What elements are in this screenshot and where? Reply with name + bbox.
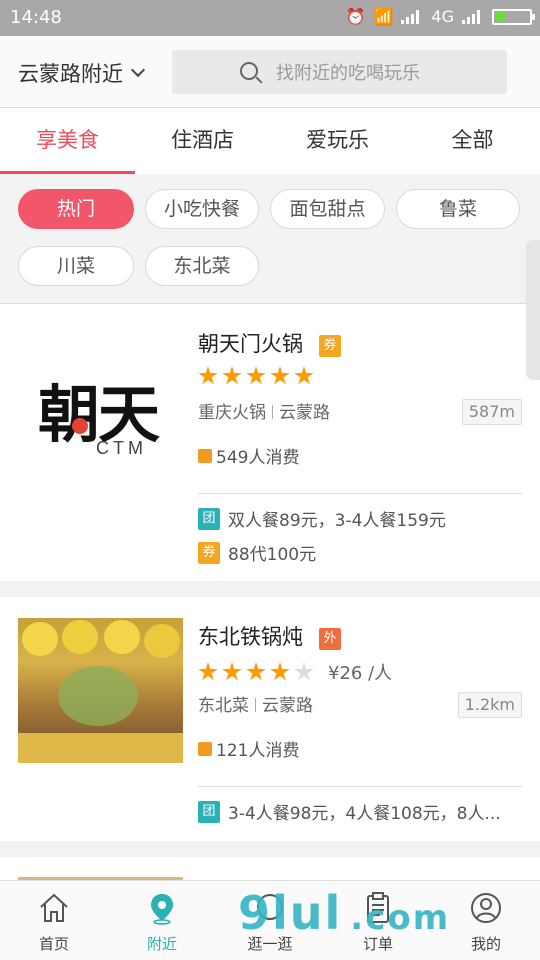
star-icon — [246, 366, 266, 385]
nav-home[interactable]: 首页 — [0, 881, 108, 960]
group-deal-badge: 团 — [198, 507, 220, 530]
rating-stars — [198, 366, 314, 386]
divider — [198, 786, 522, 787]
top-header: 云蒙路附近 找附近的吃喝玩乐 — [0, 36, 540, 108]
coupon-badge: 券 — [319, 335, 341, 357]
star-icon — [270, 662, 290, 681]
chip-hot[interactable]: 热门 — [18, 189, 134, 229]
logo-subtext: CTM — [96, 438, 147, 458]
status-bar: 14:48 ⏰ 📶 4G — [0, 0, 540, 36]
restaurant-card[interactable]: 朝天 CTM 朝天门火锅券 重庆火锅 云蒙路 587m 549人消费 团 双人餐8… — [0, 304, 540, 581]
deal-item[interactable]: 团 双人餐89元，3-4人餐159元 — [198, 506, 446, 531]
location-label: 云蒙路附近 — [18, 62, 123, 86]
user-icon — [471, 893, 501, 923]
location-selector[interactable]: 云蒙路附近 — [18, 58, 146, 88]
star-icon — [294, 366, 314, 385]
tab-hotel[interactable]: 住酒店 — [135, 108, 270, 174]
thumbs-up-icon — [198, 448, 212, 463]
subcategory-filters: 热门 小吃快餐 面包甜点 鲁菜 川菜 东北菜 — [0, 174, 540, 304]
search-placeholder: 找附近的吃喝玩乐 — [276, 63, 420, 84]
watermark: 9lul .com — [238, 886, 450, 940]
restaurant-name-row: 东北铁锅炖外 — [198, 621, 341, 651]
star-icon — [270, 366, 290, 385]
signal-icon — [401, 9, 423, 24]
chip-dongbei[interactable]: 东北菜 — [145, 246, 259, 286]
restaurant-photo — [18, 618, 183, 763]
search-icon — [240, 62, 258, 80]
status-icons: ⏰ 📶 4G — [345, 7, 535, 26]
divider — [198, 493, 522, 494]
tab-all[interactable]: 全部 — [405, 108, 540, 174]
scrollbar[interactable] — [526, 240, 540, 380]
chip-sichuan[interactable]: 川菜 — [18, 246, 134, 286]
distance-badge: 587m — [461, 399, 522, 425]
category-tabs: 享美食 住酒店 爱玩乐 全部 — [0, 108, 540, 174]
watermark-suffix: .com — [350, 898, 451, 938]
thumbs-up-icon — [198, 741, 212, 756]
distance-badge: 1.2km — [457, 692, 522, 718]
deal-item[interactable]: 团 3-4人餐98元，4人餐108元，8人... — [198, 799, 501, 824]
star-empty-icon — [294, 662, 314, 681]
chip-lu-cuisine[interactable]: 鲁菜 — [396, 189, 520, 229]
nav-nearby-label: 附近 — [146, 935, 177, 953]
restaurant-meta: 重庆火锅 云蒙路 — [198, 398, 330, 423]
restaurant-meta: 东北菜 云蒙路 — [198, 691, 313, 716]
chip-snacks[interactable]: 小吃快餐 — [145, 189, 259, 229]
price-per-person: ¥26 /人 — [328, 663, 393, 684]
consumption-count: 549人消费 — [198, 443, 299, 468]
status-time: 14:48 — [10, 7, 62, 28]
deal-text: 3-4人餐98元，4人餐108元，8人... — [228, 804, 501, 824]
chevron-down-icon — [130, 62, 146, 78]
restaurant-logo: 朝天 CTM — [18, 346, 183, 491]
star-icon — [246, 662, 266, 681]
consumption-text: 121人消费 — [216, 741, 300, 761]
search-input[interactable]: 找附近的吃喝玩乐 — [172, 50, 507, 94]
battery-icon — [492, 8, 535, 25]
restaurant-area: 云蒙路 — [262, 696, 313, 716]
logo-sun-icon — [72, 418, 88, 434]
group-deal-badge: 团 — [198, 800, 220, 823]
tab-food[interactable]: 享美食 — [0, 108, 135, 174]
restaurant-category: 东北菜 — [198, 696, 249, 716]
restaurant-name-row: 朝天门火锅券 — [198, 328, 341, 358]
consumption-text: 549人消费 — [216, 448, 300, 468]
restaurant-card[interactable]: 东北铁锅炖外 ¥26 /人 东北菜 云蒙路 1.2km 121人消费 团 3-4人… — [0, 597, 540, 841]
signal-icon-2 — [462, 9, 484, 24]
star-icon — [222, 366, 242, 385]
location-pin-icon — [151, 894, 173, 925]
tab-fun[interactable]: 爱玩乐 — [270, 108, 405, 174]
restaurant-card-partial[interactable] — [0, 857, 540, 880]
restaurant-name: 东北铁锅炖 — [198, 625, 303, 649]
coupon-deal-badge: 券 — [198, 541, 220, 564]
deal-item[interactable]: 券 88代100元 — [198, 540, 316, 565]
takeout-badge: 外 — [319, 628, 341, 650]
network-type: 4G — [431, 7, 454, 26]
restaurant-area: 云蒙路 — [279, 403, 330, 423]
deal-text: 88代100元 — [228, 545, 317, 565]
restaurant-name: 朝天门火锅 — [198, 332, 303, 356]
alarm-icon: ⏰ — [345, 7, 366, 26]
deal-text: 双人餐89元，3-4人餐159元 — [228, 511, 446, 531]
star-icon — [222, 662, 242, 681]
wifi-icon: 📶 — [373, 7, 394, 26]
watermark-main: 9lul — [238, 886, 343, 940]
rating-stars: ¥26 /人 — [198, 659, 392, 685]
restaurant-category: 重庆火锅 — [198, 403, 266, 423]
nav-nearby[interactable]: 附近 — [108, 881, 216, 960]
consumption-count: 121人消费 — [198, 736, 299, 761]
nav-home-label: 首页 — [38, 935, 69, 953]
home-icon — [40, 893, 68, 922]
chip-bakery[interactable]: 面包甜点 — [270, 189, 385, 229]
star-icon — [198, 662, 218, 681]
star-icon — [198, 366, 218, 385]
